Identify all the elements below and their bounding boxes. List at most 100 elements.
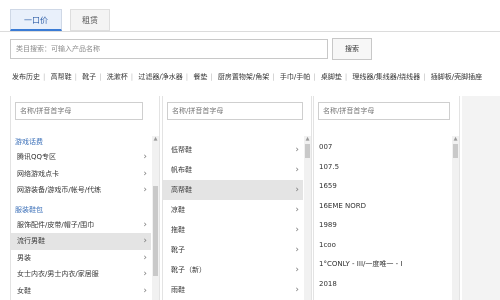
list-item[interactable]: 007: [314, 138, 451, 158]
list-item[interactable]: 1989: [314, 216, 451, 236]
level2-list: 低帮鞋 › 帆布鞋 › 高帮鞋 › 凉鞋 › 拖鞋 › 靴子 › 靴子（新） › 雨鞋 ›: [163, 140, 303, 300]
list-item[interactable]: 16EME NORD: [314, 197, 451, 217]
list-item[interactable]: 女鞋 ›: [11, 283, 151, 300]
brand-panel: 007 107.5 1659 16EME NORD 1989 1coo 1°CO…: [313, 96, 460, 300]
empty-panel-area: [462, 96, 500, 300]
list-item[interactable]: 网游装备/游戏币/帐号/代练 ›: [11, 182, 151, 199]
chevron-right-icon: ›: [143, 236, 147, 246]
item-label: 腾讯QQ专区: [17, 153, 57, 161]
list-item-selected[interactable]: 流行男鞋 ›: [11, 233, 151, 250]
level1-list: 游戏话费 腾讯QQ专区 › 网络游戏点卡 › 网游装备/游戏币/帐号/代练 › 服装鞋…: [11, 136, 151, 300]
list-item[interactable]: 男装 ›: [11, 250, 151, 267]
level2-filter-input[interactable]: [167, 102, 303, 120]
list-item[interactable]: 1659: [314, 177, 451, 197]
item-label: 流行男鞋: [17, 237, 45, 245]
list-item[interactable]: 靴子 ›: [163, 240, 303, 260]
scroll-up-icon[interactable]: ▲: [152, 136, 159, 142]
scrollbar-thumb[interactable]: [153, 186, 158, 276]
divider: |: [210, 73, 213, 81]
divider: |: [423, 73, 426, 81]
list-item[interactable]: 雨鞋 ›: [163, 280, 303, 300]
brand-filter-input[interactable]: [318, 102, 450, 120]
quick-link[interactable]: 桌脚垫: [321, 73, 342, 81]
item-label: 服饰配件/皮带/帽子/围巾: [17, 220, 95, 229]
group-header: 游戏话费: [15, 138, 43, 146]
list-item[interactable]: 拖鞋 ›: [163, 220, 303, 240]
quick-link[interactable]: 过滤器/净水器: [138, 73, 182, 81]
item-label: 高帮鞋: [171, 186, 192, 194]
item-label: 男装: [17, 253, 31, 262]
tab-fixed-price[interactable]: 一口价: [10, 9, 62, 31]
category-panel-level2: 低帮鞋 › 帆布鞋 › 高帮鞋 › 凉鞋 › 拖鞋 › 靴子 › 靴子（新） › 雨鞋 › ▲: [162, 96, 312, 300]
list-item[interactable]: 腾讯QQ专区 ›: [11, 149, 151, 166]
list-item[interactable]: 3088: [314, 294, 451, 300]
quick-link[interactable]: 靴子: [82, 73, 96, 81]
chevron-right-icon: ›: [295, 185, 299, 195]
item-label: 女鞋: [17, 286, 31, 295]
quick-link[interactable]: 插脚板/壳脚插座: [431, 73, 482, 81]
list-item[interactable]: 凉鞋 ›: [163, 200, 303, 220]
category-panel-level1: 游戏话费 腾讯QQ专区 › 网络游戏点卡 › 网游装备/游戏币/帐号/代练 › 服装鞋…: [10, 96, 160, 300]
item-label: 低帮鞋: [171, 146, 192, 154]
divider: |: [130, 73, 134, 81]
list-item[interactable]: 1coo: [314, 236, 451, 256]
chevron-right-icon: ›: [295, 225, 299, 235]
list-item[interactable]: 女士内衣/男士内衣/家居服 ›: [11, 266, 151, 283]
quick-link[interactable]: 高帮鞋: [51, 73, 72, 81]
divider: |: [99, 73, 102, 81]
search-button[interactable]: 搜索: [332, 38, 372, 60]
category-search-input[interactable]: [10, 39, 328, 59]
level1-scrollbar[interactable]: ▲: [152, 136, 159, 300]
item-label: 网络游戏点卡: [17, 169, 59, 178]
quick-link[interactable]: 厨房置物架/角架: [218, 73, 269, 81]
quick-link[interactable]: 理线器/集线器/绕线器: [352, 73, 420, 81]
scrollbar-thumb[interactable]: [305, 144, 310, 158]
item-label: 拖鞋: [171, 226, 185, 234]
chevron-right-icon: ›: [295, 165, 299, 175]
quick-link[interactable]: 发布历史: [12, 73, 40, 81]
chevron-right-icon: ›: [143, 285, 147, 296]
list-item[interactable]: 帆布鞋 ›: [163, 160, 303, 180]
quick-link[interactable]: 洗漱杯: [107, 73, 128, 81]
level2-scrollbar[interactable]: ▲: [304, 136, 311, 300]
list-item[interactable]: 服饰配件/皮带/帽子/围巾 ›: [11, 217, 151, 234]
level1-filter-input[interactable]: [15, 102, 143, 120]
recent-categories: 发布历史 | 高帮鞋 | 靴子 | 洗漱杯 | 过滤器/净水器 | 餐垫 | 厨房置物架/角…: [12, 70, 500, 84]
chevron-right-icon: ›: [295, 265, 299, 275]
chevron-right-icon: ›: [143, 168, 147, 179]
quick-link[interactable]: 餐垫: [193, 73, 207, 81]
chevron-right-icon: ›: [295, 145, 299, 155]
group-header: 服装鞋包: [15, 205, 43, 214]
divider: |: [272, 73, 275, 81]
list-item[interactable]: 靴子（新） ›: [163, 260, 303, 280]
chevron-right-icon: ›: [295, 205, 299, 215]
chevron-right-icon: ›: [295, 245, 299, 255]
scroll-up-icon[interactable]: ▲: [304, 136, 311, 142]
tab-bar: 一口价 租赁: [0, 0, 500, 32]
list-item[interactable]: 1°CONLY - III/一度唯一 - I: [314, 255, 451, 275]
scroll-up-icon[interactable]: ▲: [452, 136, 459, 142]
divider: |: [74, 73, 77, 81]
category-search-row: 搜索: [0, 33, 500, 65]
list-item[interactable]: 网络游戏点卡 ›: [11, 166, 151, 183]
list-item-selected[interactable]: 高帮鞋 ›: [163, 180, 303, 200]
chevron-right-icon: ›: [143, 219, 147, 230]
list-item[interactable]: 107.5: [314, 158, 451, 178]
list-item[interactable]: 2018: [314, 275, 451, 295]
tab-rental[interactable]: 租赁: [70, 9, 110, 31]
chevron-right-icon: ›: [143, 252, 147, 263]
item-label: 网游装备/游戏币/帐号/代练: [17, 186, 102, 194]
scrollbar-thumb[interactable]: [453, 144, 458, 158]
brand-list: 007 107.5 1659 16EME NORD 1989 1coo 1°CO…: [314, 138, 451, 300]
divider: |: [185, 73, 189, 81]
chevron-right-icon: ›: [143, 185, 147, 195]
brand-scrollbar[interactable]: ▲: [452, 136, 459, 300]
quick-link[interactable]: 手巾/手帕: [280, 73, 310, 81]
divider: |: [43, 73, 46, 81]
item-label: 帆布鞋: [171, 166, 192, 174]
divider: |: [313, 73, 316, 81]
list-item[interactable]: 低帮鞋 ›: [163, 140, 303, 160]
item-label: 女士内衣/男士内衣/家居服: [17, 270, 99, 278]
item-label: 靴子（新）: [171, 266, 206, 274]
chevron-right-icon: ›: [143, 152, 147, 162]
